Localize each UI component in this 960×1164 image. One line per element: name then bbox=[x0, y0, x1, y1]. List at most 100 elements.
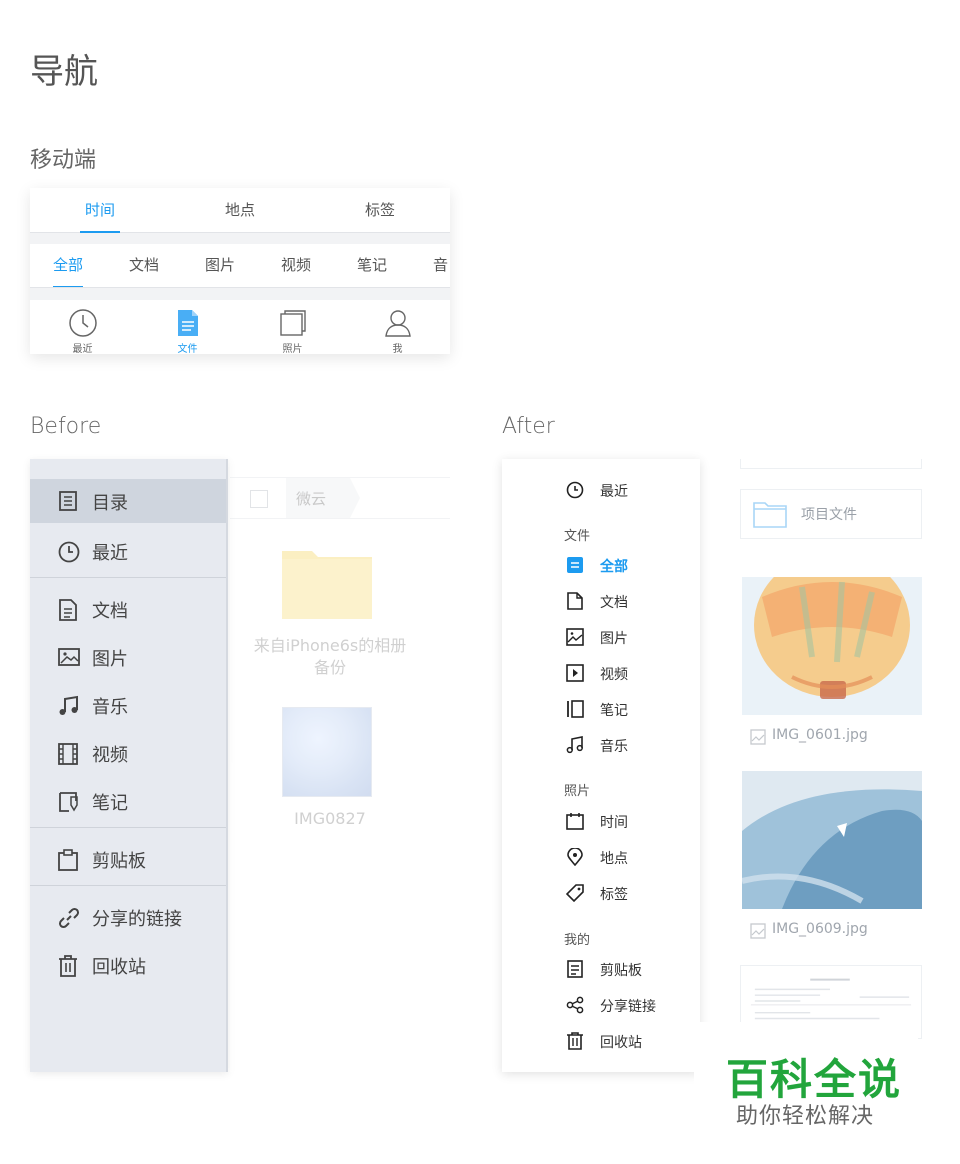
sidebar-item-clipboard[interactable]: 剪贴板 bbox=[502, 953, 700, 985]
mobile-top-tabs: 时间 地点 标签 bbox=[30, 188, 450, 233]
tab-location[interactable]: 地点 bbox=[170, 188, 310, 233]
bottom-tab-photos[interactable]: 照片 bbox=[240, 300, 345, 354]
document-icon bbox=[178, 310, 198, 336]
bottom-tab-files[interactable]: 文件 bbox=[135, 300, 240, 354]
sidebar-item-notes[interactable]: 笔记 bbox=[30, 779, 226, 823]
sidebar-item-label: 剪贴板 bbox=[92, 851, 146, 872]
sidebar-item-label: 分享的链接 bbox=[92, 909, 182, 930]
watermark-logo: 百科全说 助你轻松解决 bbox=[694, 1022, 918, 1132]
select-all-checkbox[interactable] bbox=[250, 490, 268, 508]
bottom-tab-label: 最近 bbox=[72, 344, 93, 354]
sidebar-item-documents[interactable]: 文档 bbox=[30, 587, 226, 631]
category-images[interactable]: 图片 bbox=[205, 244, 236, 287]
trash-icon bbox=[567, 1032, 583, 1050]
sidebar-item-label: 音乐 bbox=[600, 739, 628, 755]
location-icon bbox=[567, 848, 583, 866]
sidebar-item-share-links[interactable]: 分享链接 bbox=[502, 989, 700, 1021]
category-label: 笔记 bbox=[357, 256, 388, 274]
sidebar-item-location[interactable]: 地点 bbox=[502, 841, 700, 873]
bottom-tab-label: 照片 bbox=[282, 344, 303, 354]
sidebar-item-videos[interactable]: 视频 bbox=[502, 657, 700, 689]
breadcrumb-arrow bbox=[350, 478, 360, 518]
sidebar-item-clipboard[interactable]: 剪贴板 bbox=[30, 837, 226, 881]
all-files-icon bbox=[567, 557, 583, 573]
sidebar-item-trash[interactable]: 回收站 bbox=[30, 943, 226, 987]
image-icon bbox=[566, 628, 584, 646]
music-icon bbox=[566, 736, 583, 754]
clock-icon bbox=[566, 481, 584, 499]
sidebar-item-music[interactable]: 音乐 bbox=[502, 729, 700, 761]
photo-thumbnail[interactable] bbox=[742, 771, 922, 909]
sidebar-item-label: 分享链接 bbox=[600, 999, 656, 1015]
active-underline bbox=[53, 286, 84, 287]
tag-icon bbox=[566, 884, 584, 902]
tab-tags[interactable]: 标签 bbox=[310, 188, 450, 233]
sidebar-item-label: 地点 bbox=[600, 851, 628, 867]
category-videos[interactable]: 视频 bbox=[281, 244, 311, 287]
category-documents[interactable]: 文档 bbox=[129, 244, 160, 287]
photo-name: IMG_0609.jpg bbox=[772, 921, 868, 937]
sidebar-item-label: 视频 bbox=[600, 667, 628, 683]
list-icon bbox=[59, 491, 77, 511]
link-icon bbox=[58, 907, 80, 929]
active-underline bbox=[80, 231, 120, 233]
photo-thumbnail[interactable] bbox=[742, 577, 922, 715]
photo-thumbnail[interactable] bbox=[282, 707, 372, 797]
before-demo: 目录 最近 文档 图片 音乐 视频 笔记 剪贴板 分享的链接 回收站 微云 来自… bbox=[30, 459, 450, 1072]
mobile-demo: 时间 地点 标签 全部 文档 图片 视频 笔记 音 最近 文件 照片 我 bbox=[30, 188, 450, 354]
sidebar-item-images[interactable]: 图片 bbox=[502, 621, 700, 653]
tab-time[interactable]: 时间 bbox=[30, 188, 170, 233]
sidebar-item-recent[interactable]: 最近 bbox=[30, 529, 226, 573]
watermark-subtitle: 助你轻松解决 bbox=[736, 1104, 875, 1129]
bottom-tab-recent[interactable]: 最近 bbox=[30, 300, 135, 354]
folder-icon[interactable] bbox=[282, 545, 372, 619]
trash-icon bbox=[59, 955, 77, 977]
sidebar-item-tags[interactable]: 标签 bbox=[502, 877, 700, 909]
image-icon bbox=[750, 729, 766, 745]
note-icon bbox=[59, 792, 78, 812]
sidebar-item-label: 视频 bbox=[92, 745, 128, 766]
sidebar-item-catalog[interactable]: 目录 bbox=[30, 479, 226, 523]
sidebar-item-videos[interactable]: 视频 bbox=[30, 731, 226, 775]
category-label: 文档 bbox=[129, 256, 160, 274]
breadcrumb-item[interactable]: 微云 bbox=[286, 478, 350, 518]
file-card bbox=[740, 459, 922, 469]
clock-icon bbox=[58, 541, 80, 563]
clipboard-icon bbox=[567, 960, 583, 978]
sidebar-item-label: 目录 bbox=[92, 493, 128, 514]
film-icon bbox=[58, 743, 78, 765]
sidebar-item-label: 最近 bbox=[92, 543, 128, 564]
bottom-tab-me[interactable]: 我 bbox=[345, 300, 450, 354]
divider bbox=[30, 827, 226, 828]
category-label: 图片 bbox=[205, 256, 236, 274]
document-icon bbox=[567, 592, 583, 610]
sidebar-item-documents[interactable]: 文档 bbox=[502, 585, 700, 617]
sidebar-item-all[interactable]: 全部 bbox=[502, 549, 700, 581]
breadcrumb: 微云 bbox=[230, 477, 450, 519]
sidebar-item-images[interactable]: 图片 bbox=[30, 635, 226, 679]
sidebar-item-time[interactable]: 时间 bbox=[502, 805, 700, 837]
tab-label: 时间 bbox=[84, 201, 115, 219]
category-all[interactable]: 全部 bbox=[53, 244, 84, 287]
sidebar-item-trash[interactable]: 回收站 bbox=[502, 1025, 700, 1057]
bottom-tab-label: 我 bbox=[392, 344, 403, 354]
folder-card[interactable]: 项目文件 bbox=[740, 489, 922, 539]
category-notes[interactable]: 笔记 bbox=[357, 244, 388, 287]
tab-label: 地点 bbox=[224, 201, 255, 219]
image-icon bbox=[750, 923, 766, 939]
after-heading: After bbox=[502, 414, 555, 439]
sidebar-item-notes[interactable]: 笔记 bbox=[502, 693, 700, 725]
music-icon bbox=[59, 695, 78, 715]
sidebar-item-shared-links[interactable]: 分享的链接 bbox=[30, 895, 226, 939]
page-title: 导航 bbox=[30, 52, 98, 92]
folder-icon bbox=[753, 502, 787, 528]
video-icon bbox=[566, 664, 584, 682]
sidebar-item-recent[interactable]: 最近 bbox=[502, 474, 700, 506]
sidebar-item-music[interactable]: 音乐 bbox=[30, 683, 226, 727]
after-sidebar: 最近 文件 全部 文档 图片 视频 笔记 音乐 照片 时间 地点 标签 我的 剪… bbox=[502, 459, 700, 1072]
after-file-list: 项目文件 IMG_0601.jpg IMG_0609.jpg bbox=[740, 459, 922, 1039]
mobile-category-tabs: 全部 文档 图片 视频 笔记 音 bbox=[30, 244, 450, 288]
photos-icon bbox=[280, 310, 306, 336]
category-music[interactable]: 音 bbox=[433, 244, 448, 287]
mobile-bottom-bar: 最近 文件 照片 我 bbox=[30, 300, 450, 354]
